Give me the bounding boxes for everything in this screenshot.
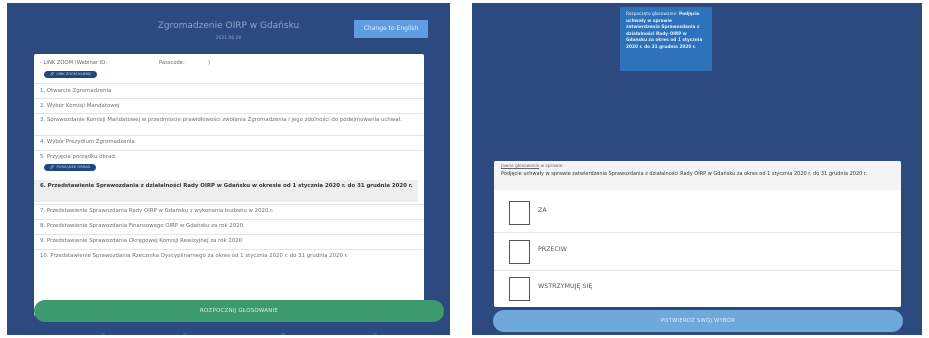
vote-type: Jawne głosowanie w sprawie:	[501, 164, 564, 169]
vote-option-za[interactable]: ZA	[501, 195, 895, 229]
vote-checkbox[interactable]	[509, 240, 530, 264]
divider	[34, 219, 424, 220]
agenda-card: - LINK ZOOM (Webinar ID: Passcode: ) 🔗 LI…	[34, 54, 424, 316]
notification-text: Podjęcie uchwały w sprawie zatwierdzenia…	[626, 12, 703, 50]
vote-checkbox[interactable]	[509, 201, 530, 225]
agenda-item[interactable]: 8. Przedstawienie Sprawozdania Finansowe…	[40, 222, 418, 230]
agenda-item[interactable]: 1. Otwarcie Zgromadzenia	[40, 87, 418, 95]
agenda-item-active[interactable]: 6. Przedstawienie Sprawozdania z działal…	[34, 180, 418, 202]
agenda-order-button-label: PORZĄDEK OBRAD	[56, 165, 91, 169]
vote-option-przeciw[interactable]: PRZECIW	[501, 234, 895, 268]
divider	[34, 113, 424, 114]
nav-icon[interactable]	[281, 333, 285, 335]
link-icon: 🔗	[50, 72, 55, 76]
vote-header: Jawne głosowanie w sprawie: Podjęcie uch…	[494, 161, 901, 190]
voting-started-notification: Rozpoczęto głosowanie: Podjęcie uchwały …	[620, 7, 712, 71]
notification-prefix: Rozpoczęto głosowanie:	[626, 12, 678, 17]
agenda-item[interactable]: 4. Wybór Prezydium Zgromadzenia	[40, 138, 418, 146]
agenda-item[interactable]: 5. Przyjęcie porządku obrad.	[40, 153, 418, 161]
vote-description: Podjęcie uchwały w sprawie zatwierdzenia…	[501, 171, 868, 177]
vote-checkbox[interactable]	[509, 277, 530, 301]
vote-option-label: ZA	[538, 207, 547, 214]
divider	[34, 98, 424, 99]
zoom-link-label: - LINK ZOOM (Webinar ID:	[40, 60, 108, 66]
vote-card: Jawne głosowanie w sprawie: Podjęcie uch…	[494, 161, 901, 307]
agenda-item[interactable]: 2. Wybór Komisji Mandatowej	[40, 102, 418, 110]
nav-icon[interactable]	[373, 333, 377, 335]
voting-screen: Rozpoczęto głosowanie: Podjęcie uchwały …	[472, 3, 922, 335]
passcode-label: Passcode:	[159, 60, 185, 66]
divider	[34, 83, 424, 84]
agenda-item[interactable]: 9. Przedstawienie Sprawozdania Okręgowej…	[40, 237, 418, 245]
agenda-order-button[interactable]: 🔗 PORZĄDEK OBRAD	[44, 164, 97, 171]
link-icon: 🔗	[50, 165, 55, 169]
nav-icon[interactable]	[183, 333, 187, 335]
vote-type-rest: w sprawie:	[539, 164, 564, 169]
agenda-item[interactable]: 7. Przedstawienie Sprawozdania Rady OIRP…	[40, 207, 418, 215]
zoom-link-button[interactable]: 🔗 LINK ZOOM KLIKNIJ	[44, 71, 97, 78]
divider	[494, 232, 901, 233]
agenda-screen: Zgromadzenie OIRP w Gdańsku 2021.06.26 C…	[7, 3, 450, 335]
vote-type-link[interactable]: Jawne głosowanie	[501, 164, 539, 169]
agenda-item[interactable]: 10. Przedstawienie Sprawozdania Rzecznik…	[40, 252, 418, 260]
passcode-value: )	[208, 60, 211, 66]
zoom-info: - LINK ZOOM (Webinar ID: Passcode: )	[40, 60, 210, 66]
vote-option-label: PRZECIW	[538, 246, 567, 253]
start-voting-button[interactable]: ROZPOCZNIJ GŁOSOWANIE	[34, 300, 444, 322]
divider	[34, 234, 424, 235]
confirm-choice-button[interactable]: POTWIERDŹ SWÓJ WYBÓR	[493, 310, 903, 332]
divider	[34, 135, 424, 136]
divider	[34, 150, 424, 151]
vote-option-label: WSTRZYMUJĘ SIĘ	[538, 283, 593, 290]
zoom-link-button-label: LINK ZOOM KLIKNIJ	[56, 72, 91, 76]
agenda-item[interactable]: 3. Sprawozdanie Komisji Mandatowej w prz…	[40, 116, 418, 124]
divider	[34, 249, 424, 250]
vote-option-wstrzymuje[interactable]: WSTRZYMUJĘ SIĘ	[501, 271, 895, 305]
divider	[34, 204, 424, 205]
change-language-button[interactable]: Change to English	[354, 20, 428, 38]
nav-icon[interactable]	[101, 333, 105, 335]
